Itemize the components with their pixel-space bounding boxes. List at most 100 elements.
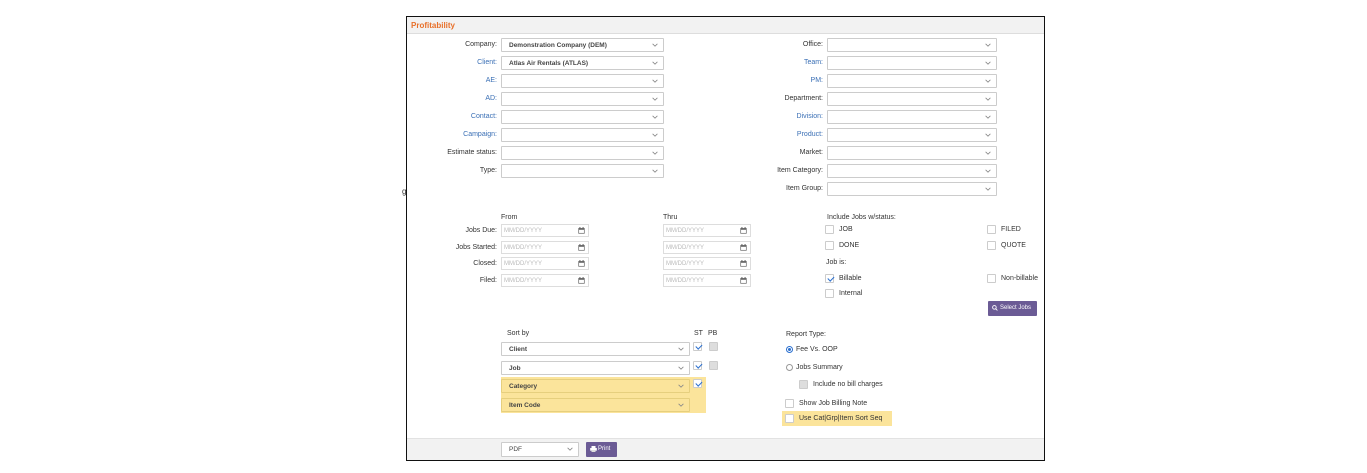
sort-category-st-checkbox[interactable] xyxy=(693,379,702,388)
calendar-icon[interactable] xyxy=(740,276,747,284)
estimate-status-select[interactable] xyxy=(501,146,664,160)
non-billable-checkbox[interactable] xyxy=(987,274,996,283)
client-label[interactable]: Client: xyxy=(477,59,497,66)
jobs-summary-radio[interactable] xyxy=(786,364,793,371)
status-filed-checkbox[interactable] xyxy=(987,225,996,234)
sort-job-select[interactable]: Job xyxy=(501,360,690,375)
ae-select[interactable] xyxy=(501,74,664,88)
calendar-icon[interactable] xyxy=(578,227,585,234)
product-select[interactable] xyxy=(827,128,997,142)
calendar-icon[interactable] xyxy=(740,260,747,267)
thru-header: Thru xyxy=(663,214,678,221)
item-group-select[interactable] xyxy=(827,182,997,196)
jobs-due-from-date[interactable]: MM/DD/YYYY xyxy=(501,224,589,237)
sort-job-st-checkbox[interactable] xyxy=(693,361,702,370)
team-label[interactable]: Team: xyxy=(804,59,823,66)
department-select[interactable] xyxy=(827,92,997,106)
team-select[interactable] xyxy=(827,56,997,70)
calendar-icon[interactable] xyxy=(740,227,747,234)
company-value: Demonstration Company (DEM) xyxy=(509,42,607,49)
billable-label: Billable xyxy=(839,275,862,282)
campaign-select[interactable] xyxy=(501,128,664,142)
date-placeholder: MM/DD/YYYY xyxy=(504,277,543,284)
sort-client-pb-checkbox[interactable] xyxy=(709,342,718,351)
market-select[interactable] xyxy=(827,146,997,160)
product-label[interactable]: Product: xyxy=(797,131,823,138)
ad-label[interactable]: AD: xyxy=(485,95,497,102)
chevron-down-icon xyxy=(652,96,658,102)
status-done-checkbox[interactable] xyxy=(825,241,834,250)
office-label: Office: xyxy=(802,41,823,48)
status-quote-checkbox[interactable] xyxy=(987,241,996,250)
date-placeholder: MM/DD/YYYY xyxy=(504,261,543,267)
date-placeholder: MM/DD/YYYY xyxy=(666,228,705,234)
chevron-down-icon xyxy=(652,114,658,120)
contact-select[interactable] xyxy=(501,110,664,124)
campaign-label[interactable]: Campaign: xyxy=(463,131,497,138)
calendar-icon[interactable] xyxy=(578,260,585,267)
jobs-started-thru-date[interactable]: MM/DD/YYYY xyxy=(663,240,751,254)
printer-icon xyxy=(590,446,597,452)
sort-by-header: Sort by xyxy=(507,330,530,337)
contact-label[interactable]: Contact: xyxy=(471,113,497,120)
use-cat-grp-label: Use Cat|Grp|Item Sort Seq xyxy=(799,415,883,422)
ae-label[interactable]: AE: xyxy=(486,77,497,84)
calendar-icon[interactable] xyxy=(578,276,585,284)
sort-client-select[interactable]: Client xyxy=(501,342,690,356)
pb-header: PB xyxy=(708,330,718,337)
jobs-started-from-date[interactable]: MM/DD/YYYY xyxy=(501,240,589,254)
ad-select[interactable] xyxy=(501,92,664,106)
office-select[interactable] xyxy=(827,38,997,52)
include-no-bill-checkbox[interactable] xyxy=(799,380,808,389)
jobs-summary-label: Jobs Summary xyxy=(796,364,843,371)
status-job-label: JOB xyxy=(839,226,853,233)
fee-vs-oop-radio[interactable] xyxy=(786,346,793,353)
division-label[interactable]: Division: xyxy=(797,113,823,120)
closed-from-date[interactable]: MM/DD/YYYY xyxy=(501,257,589,270)
footer-bar: PDF Print xyxy=(407,438,1044,460)
profitability-panel: Profitability Company: Demonstration Comp… xyxy=(402,16,1045,461)
calendar-icon[interactable] xyxy=(578,243,585,251)
filed-thru-date[interactable]: MM/DD/YYYY xyxy=(663,273,751,287)
type-select[interactable] xyxy=(501,164,664,178)
calendar-icon[interactable] xyxy=(740,243,747,251)
chevron-down-icon xyxy=(985,78,991,84)
status-filed-label: FILED xyxy=(1001,226,1021,233)
chevron-down-icon xyxy=(652,150,658,156)
chevron-down-icon xyxy=(985,114,991,120)
status-job-checkbox[interactable] xyxy=(825,225,834,234)
pm-label[interactable]: PM: xyxy=(811,77,823,84)
billable-checkbox[interactable] xyxy=(825,274,834,283)
print-button[interactable]: Print xyxy=(586,442,617,457)
sort-client-st-checkbox[interactable] xyxy=(693,342,702,351)
search-icon xyxy=(992,305,998,311)
pm-select[interactable] xyxy=(827,74,997,88)
date-placeholder: MM/DD/YYYY xyxy=(504,228,543,234)
division-select[interactable] xyxy=(827,110,997,124)
chevron-down-icon xyxy=(985,132,991,138)
show-billing-note-checkbox[interactable] xyxy=(785,399,794,408)
company-select[interactable]: Demonstration Company (DEM) xyxy=(501,38,664,52)
item-group-label: Item Group: xyxy=(786,185,823,192)
item-category-select[interactable] xyxy=(827,164,997,178)
type-label: Type: xyxy=(479,167,497,174)
internal-checkbox[interactable] xyxy=(825,289,834,298)
select-jobs-label: Select Jobs xyxy=(1000,305,1032,311)
client-select[interactable]: Atlas Air Rentals (ATLAS) xyxy=(501,56,664,70)
sort-job-pb-checkbox[interactable] xyxy=(709,361,718,370)
include-no-bill-label: Include no bill charges xyxy=(813,381,883,388)
select-jobs-button[interactable]: Select Jobs xyxy=(988,301,1037,316)
filed-from-date[interactable]: MM/DD/YYYY xyxy=(501,273,589,287)
jobs-due-thru-date[interactable]: MM/DD/YYYY xyxy=(663,224,751,237)
chevron-down-icon xyxy=(652,168,658,174)
chevron-down-icon xyxy=(985,96,991,102)
output-format-select[interactable]: PDF xyxy=(501,442,579,457)
estimate-status-label: Estimate status: xyxy=(447,149,497,156)
chevron-down-icon xyxy=(652,42,658,48)
sort-category-select[interactable]: Category xyxy=(501,379,690,393)
sort-item-code-select[interactable]: Item Code xyxy=(501,397,690,412)
use-cat-grp-checkbox[interactable] xyxy=(785,414,794,423)
chevron-down-icon xyxy=(985,60,991,66)
closed-thru-date[interactable]: MM/DD/YYYY xyxy=(663,257,751,270)
report-type-header: Report Type: xyxy=(786,331,826,338)
